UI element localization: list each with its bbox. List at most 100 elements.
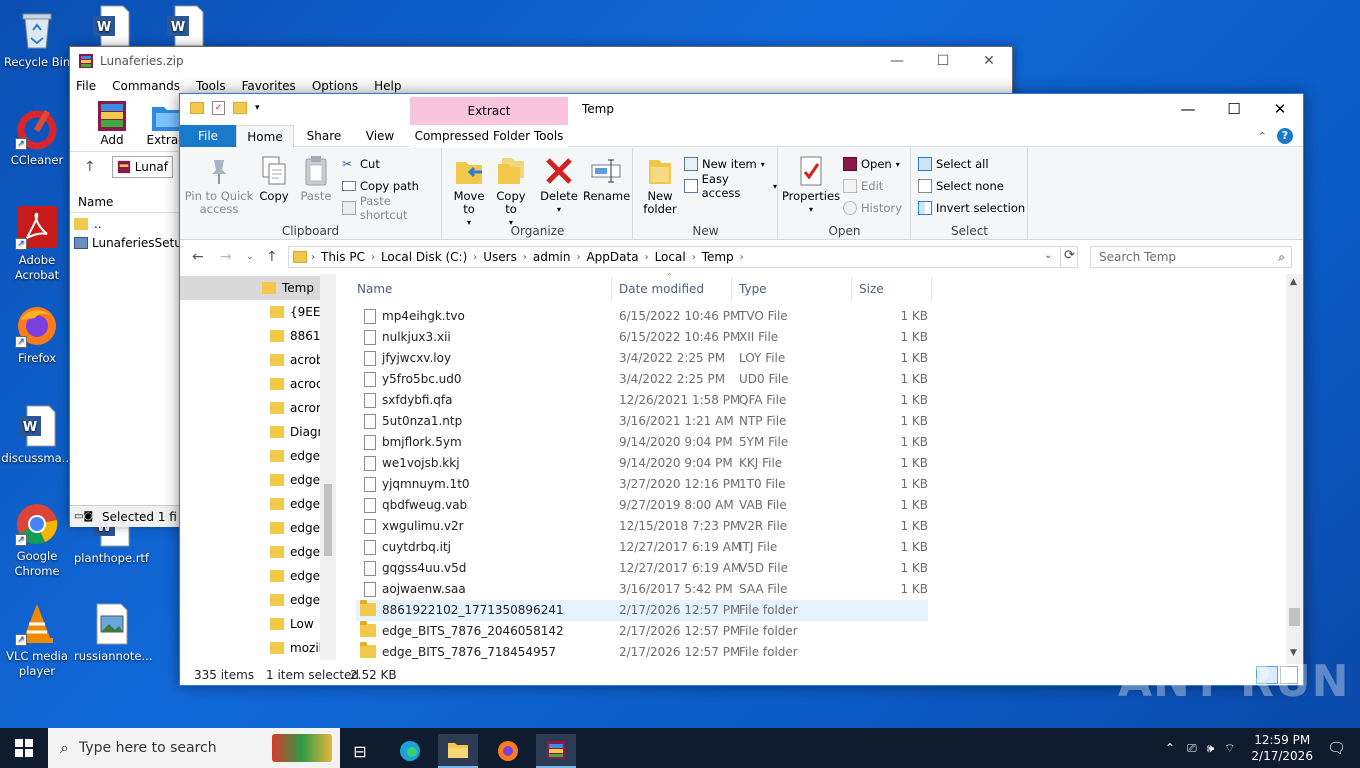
file-list-scroll-thumb[interactable]: [1289, 608, 1300, 626]
desktop-icon-recycle-bin[interactable]: Recycle Bin: [0, 8, 74, 70]
winrar-row-setup[interactable]: LunaferiesSetup.: [74, 234, 193, 252]
breadcrumb-local-disk[interactable]: Local Disk (C:): [381, 250, 467, 264]
back-arrow-icon[interactable]: ←: [192, 249, 204, 265]
winrar-title-bar[interactable]: Lunaferies.zip: [70, 47, 1012, 75]
file-row[interactable]: 5ut0nza1.ntp 3/16/2021 1:21 AM NTP File 1 K…: [356, 411, 928, 432]
scroll-up-icon[interactable]: ▲: [1290, 277, 1297, 287]
properties-qat-icon[interactable]: ✓: [212, 101, 225, 115]
search-box[interactable]: Search Temp ⌕: [1090, 246, 1292, 268]
open-button[interactable]: Open ▾: [843, 154, 900, 174]
maximize-button[interactable]: ☐: [1211, 94, 1257, 124]
new-folder-qat-icon[interactable]: [233, 102, 247, 114]
paste-shortcut-button[interactable]: Paste shortcut: [342, 194, 441, 222]
chevron-up-icon[interactable]: ⌃: [1258, 130, 1267, 143]
menu-file[interactable]: File: [76, 79, 96, 93]
history-button[interactable]: History: [843, 198, 902, 218]
copy-button[interactable]: Copy: [254, 154, 294, 203]
desktop-icon-google-chrome[interactable]: ↗ Google Chrome: [0, 502, 74, 579]
up-arrow-icon[interactable]: ↑: [84, 159, 96, 175]
new-item-button[interactable]: New item ▾: [684, 154, 765, 174]
nav-item-temp[interactable]: Temp: [180, 276, 320, 300]
file-row[interactable]: nulkjux3.xii 6/15/2022 10:46 PM XII File 1 …: [356, 327, 928, 348]
breadcrumb-this-pc[interactable]: This PC: [321, 250, 365, 264]
explorer-window[interactable]: ✓ ▾ Extract Temp — ☐ ✕ File Home Share V…: [179, 93, 1304, 686]
file-list-scrollbar[interactable]: [1286, 274, 1303, 664]
select-none-button[interactable]: Select none: [918, 176, 1004, 196]
qat-dropdown-icon[interactable]: ▾: [255, 103, 260, 113]
nav-item[interactable]: edge_: [180, 444, 326, 468]
desktop-icon-word-doc[interactable]: W: [74, 4, 148, 51]
address-dropdown-icon[interactable]: ⌄: [1044, 250, 1052, 261]
wifi-icon[interactable]: ⌔: [1224, 741, 1235, 756]
nav-item[interactable]: Diagn: [180, 420, 325, 444]
select-all-button[interactable]: Select all: [918, 154, 989, 174]
forward-arrow-icon[interactable]: →: [220, 249, 232, 265]
menu-tools[interactable]: Tools: [196, 79, 226, 93]
desktop-icon-discussma[interactable]: W discussma...: [0, 404, 74, 466]
file-row[interactable]: cuytdrbq.itj 12/27/2017 6:19 AM ITJ File 1 …: [356, 537, 928, 558]
breadcrumb-local[interactable]: Local: [655, 250, 686, 264]
file-row[interactable]: aojwaenw.saa 3/16/2017 5:42 PM SAA File 1 K…: [356, 579, 928, 600]
help-icon[interactable]: ?: [1277, 128, 1293, 144]
file-row[interactable]: yjqmnuym.1t0 3/27/2020 12:16 PM 1T0 File 1 …: [356, 474, 928, 495]
nav-item[interactable]: edge_: [180, 468, 326, 492]
volume-icon[interactable]: 🕪: [1207, 741, 1215, 756]
taskbar-search-box[interactable]: ⌕ Type here to search: [48, 728, 340, 768]
clock[interactable]: 12:59 PM 2/17/2026: [1251, 732, 1313, 764]
file-row[interactable]: sxfdybfi.qfa 12/26/2021 1:58 PM QFA File 1 …: [356, 390, 928, 411]
folder-row[interactable]: 8861922102_1771350896241 2/17/2026 12:57 …: [356, 600, 928, 621]
close-button[interactable]: ✕: [966, 47, 1012, 75]
nav-item[interactable]: acrob: [180, 348, 324, 372]
winrar-path-box[interactable]: Lunaf: [111, 155, 173, 178]
address-bar[interactable]: › This PC › Local Disk (C:) › Users › ad…: [288, 246, 1078, 268]
desktop-icon-word-doc-2[interactable]: W: [148, 4, 222, 51]
breadcrumb-admin[interactable]: admin: [533, 250, 571, 264]
file-row[interactable]: we1vojsb.kkj 9/14/2020 9:04 PM KKJ File 1 K…: [356, 453, 928, 474]
task-view-icon[interactable]: ⊟: [340, 734, 380, 768]
nav-item[interactable]: edge_: [180, 540, 326, 564]
edge-icon[interactable]: [390, 734, 430, 768]
close-button[interactable]: ✕: [1257, 94, 1303, 124]
desktop-icon-adobe-acrobat[interactable]: ↗ Adobe Acrobat: [0, 206, 74, 283]
delete-button[interactable]: Delete ▾: [539, 154, 579, 216]
maximize-button[interactable]: ☐: [920, 47, 966, 75]
desktop-icon-ccleaner[interactable]: ↗ CCleaner: [0, 106, 74, 168]
nav-item[interactable]: edge_: [180, 588, 326, 612]
nav-item[interactable]: edge_: [180, 564, 326, 588]
winrar-row-parent[interactable]: ..: [74, 215, 102, 233]
paste-button[interactable]: Paste: [296, 154, 336, 203]
copy-to-button[interactable]: Copy to ▾: [491, 154, 531, 229]
file-explorer-icon[interactable]: [438, 734, 478, 768]
nav-item[interactable]: 88619: [180, 324, 328, 348]
file-row[interactable]: gqgss4uu.v5d 12/27/2017 6:19 AM V5D File 1 …: [356, 558, 928, 579]
nav-item[interactable]: acroc: [180, 372, 323, 396]
winrar-icon[interactable]: [536, 734, 576, 768]
file-row[interactable]: bmjflork.5ym 9/14/2020 9:04 PM 5YM File 1 K…: [356, 432, 928, 453]
invert-selection-button[interactable]: Invert selection: [918, 198, 1025, 218]
winrar-name-column[interactable]: Name: [70, 191, 180, 213]
file-row[interactable]: mp4eihgk.tvo 6/15/2022 10:46 PM TVO File 1 …: [356, 306, 928, 327]
file-row[interactable]: qbdfweug.vab 9/27/2019 8:00 AM VAB File 1 K…: [356, 495, 928, 516]
nav-item[interactable]: edge_: [180, 516, 326, 540]
copy-path-button[interactable]: Copy path: [342, 176, 419, 196]
refresh-icon[interactable]: ⟳: [1060, 246, 1078, 268]
column-header-name[interactable]: Name: [350, 277, 612, 301]
tab-view[interactable]: View: [354, 125, 406, 147]
menu-options[interactable]: Options: [312, 79, 358, 93]
desktop-icon-vlc[interactable]: ↗ VLC media player: [0, 602, 74, 679]
breadcrumb-temp[interactable]: Temp: [702, 250, 734, 264]
tab-home[interactable]: Home: [236, 125, 294, 148]
nav-item[interactable]: Low: [180, 612, 320, 636]
edit-button[interactable]: Edit: [843, 176, 883, 196]
nav-item[interactable]: mozil: [180, 636, 322, 660]
tab-compressed-folder-tools[interactable]: Compressed Folder Tools: [410, 125, 568, 147]
add-button[interactable]: Add: [84, 97, 140, 151]
tab-file[interactable]: File: [180, 125, 236, 147]
start-button[interactable]: [0, 728, 48, 768]
pin-to-quick-access-button[interactable]: Pin to Quick access: [184, 154, 254, 216]
breadcrumb-users[interactable]: Users: [483, 250, 517, 264]
tab-share[interactable]: Share: [298, 125, 350, 147]
recent-locations-chevron-icon[interactable]: ⌄: [246, 252, 254, 262]
desktop-icon-russiannote[interactable]: russiannote...: [74, 602, 152, 664]
breadcrumb-appdata[interactable]: AppData: [586, 250, 638, 264]
